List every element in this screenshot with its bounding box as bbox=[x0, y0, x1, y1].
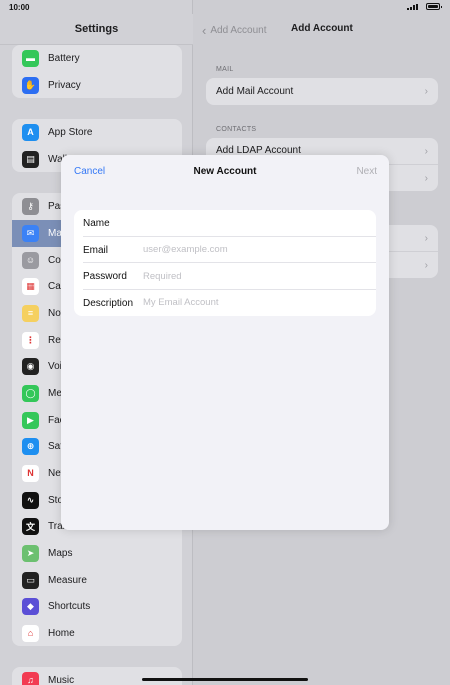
home-icon: ⌂ bbox=[22, 624, 39, 642]
hand-icon: ✋ bbox=[22, 76, 39, 94]
stocks-icon: ∿ bbox=[22, 491, 39, 509]
next-button[interactable]: Next bbox=[356, 166, 377, 177]
sidebar-item-maps[interactable]: ➤ Maps bbox=[12, 540, 182, 567]
chevron-right-icon: › bbox=[424, 259, 428, 271]
news-icon: N bbox=[22, 464, 39, 482]
email-label: Email bbox=[83, 244, 109, 256]
sidebar-item-music[interactable]: ♫ Music bbox=[12, 667, 182, 685]
sidebar-item-label: Maps bbox=[48, 547, 73, 559]
sidebar-item-label: Home bbox=[48, 627, 75, 639]
translate-icon: 文 bbox=[22, 517, 39, 535]
sidebar-item-label: Shortcuts bbox=[48, 600, 91, 612]
shortcuts-icon: ◆ bbox=[22, 597, 39, 615]
home-indicator[interactable] bbox=[142, 678, 308, 681]
facetime-icon: ▶ bbox=[22, 411, 39, 429]
mail-icon: ✉ bbox=[22, 224, 39, 242]
contacts-icon: ☺ bbox=[22, 251, 39, 269]
chevron-left-icon: ‹ bbox=[202, 23, 207, 38]
sidebar-item-label: Privacy bbox=[48, 79, 81, 91]
description-field[interactable] bbox=[143, 293, 368, 312]
contacts-section-label: CONTACTS bbox=[216, 126, 257, 133]
key-icon: ⚷ bbox=[22, 197, 39, 215]
wallet-icon: ▤ bbox=[22, 150, 39, 168]
sidebar-item-app-store[interactable]: A App Store bbox=[12, 119, 182, 146]
voice-memos-icon: ◉ bbox=[22, 357, 39, 375]
name-label: Name bbox=[83, 218, 110, 229]
messages-icon: ◯ bbox=[22, 384, 39, 402]
sidebar-title: Settings bbox=[74, 23, 119, 35]
chevron-right-icon: › bbox=[424, 86, 428, 97]
sidebar-item-label: Battery bbox=[48, 52, 80, 64]
reminders-icon: ⋮ bbox=[22, 331, 39, 349]
mail-group: Add Mail Account › bbox=[206, 78, 438, 105]
status-time: 10:00 bbox=[9, 3, 30, 12]
description-label: Description bbox=[83, 297, 134, 309]
sidebar-item-label: Measure bbox=[48, 574, 87, 586]
battery-status-icon bbox=[426, 3, 442, 10]
app-store-icon: A bbox=[22, 123, 39, 141]
name-row: Name bbox=[74, 210, 376, 237]
sheet-title: New Account bbox=[193, 166, 257, 177]
calendar-icon: ▦ bbox=[22, 277, 39, 295]
back-button[interactable]: ‹ Add Account bbox=[202, 23, 267, 38]
wifi-signal-icon bbox=[407, 3, 418, 10]
description-row: Description bbox=[74, 290, 376, 317]
sidebar-item-battery[interactable]: ▬ Battery bbox=[12, 45, 182, 72]
add-mail-account-label: Add Mail Account bbox=[216, 85, 294, 97]
sidebar-item-privacy[interactable]: ✋ Privacy bbox=[12, 72, 182, 99]
account-form: Name Email Password Description bbox=[74, 210, 376, 316]
sidebar-item-measure[interactable]: ▭ Measure bbox=[12, 567, 182, 594]
measure-icon: ▭ bbox=[22, 571, 39, 589]
chevron-right-icon: › bbox=[424, 146, 428, 157]
detail-title: Add Account bbox=[291, 23, 353, 34]
sidebar-item-shortcuts[interactable]: ◆ Shortcuts bbox=[12, 593, 182, 620]
password-field[interactable] bbox=[143, 267, 368, 285]
music-icon: ♫ bbox=[22, 671, 39, 685]
back-label: Add Account bbox=[210, 25, 267, 36]
add-mail-account-row[interactable]: Add Mail Account › bbox=[206, 78, 438, 105]
name-field[interactable] bbox=[143, 214, 368, 232]
sidebar-item-label: App Store bbox=[48, 126, 93, 138]
sidebar-item-label: Music bbox=[48, 674, 75, 685]
battery-icon: ▬ bbox=[22, 49, 39, 67]
maps-icon: ➤ bbox=[22, 544, 39, 562]
mail-section-label: MAIL bbox=[216, 66, 234, 73]
status-bar: 10:00 bbox=[0, 0, 450, 14]
status-icons bbox=[407, 3, 442, 10]
email-row: Email bbox=[74, 237, 376, 263]
new-account-sheet: Cancel New Account Next Name Email Passw… bbox=[61, 155, 389, 530]
safari-icon: ⊕ bbox=[22, 437, 39, 455]
password-label: Password bbox=[83, 271, 127, 282]
sidebar-item-home[interactable]: ⌂ Home bbox=[12, 620, 182, 647]
password-row: Password bbox=[74, 263, 376, 290]
cancel-button[interactable]: Cancel bbox=[74, 166, 105, 177]
email-field[interactable] bbox=[143, 240, 368, 259]
chevron-right-icon: › bbox=[424, 172, 428, 184]
chevron-right-icon: › bbox=[424, 233, 428, 244]
notes-icon: ≡ bbox=[22, 304, 39, 322]
